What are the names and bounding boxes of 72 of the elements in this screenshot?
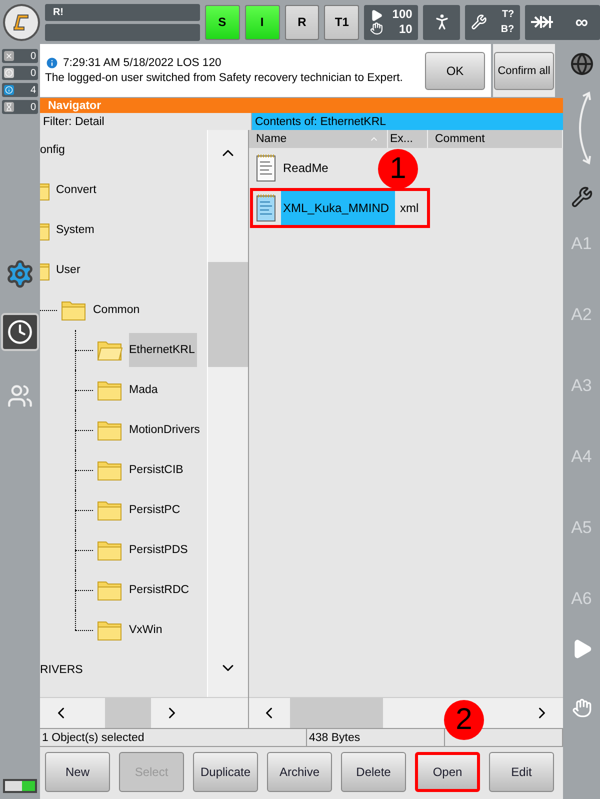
selection-status: 1 Object(s) selected (40, 729, 307, 746)
scrollbar-thumb[interactable] (105, 698, 151, 728)
robot-logo-icon[interactable] (3, 4, 40, 40)
soft-key-button[interactable]: Edit (489, 752, 554, 792)
vertical-scrollbar[interactable] (207, 130, 248, 697)
tree-item[interactable]: User (56, 253, 82, 287)
globe-icon[interactable] (570, 52, 594, 76)
file-row[interactable]: ReadMe (250, 148, 340, 188)
message-counter[interactable]: 0 (2, 66, 38, 80)
file-name[interactable]: ReadMe (281, 158, 334, 178)
contents-title: Contents of: EthernetKRL (252, 113, 563, 130)
play-icon (370, 9, 384, 22)
message-time: 7:29:31 AM 5/18/2022 LOS 120 (63, 56, 222, 70)
message-text: The logged-on user switched from Safety recovery technician to Expert. (45, 70, 404, 86)
tree-item[interactable]: PersistPDS (129, 533, 190, 567)
scrollbar-thumb[interactable] (290, 698, 383, 728)
soft-key-button[interactable]: Duplicate (193, 752, 258, 792)
status-button[interactable]: R (284, 4, 320, 40)
warning-icon (4, 68, 14, 78)
soft-key-button[interactable]: Archive (267, 752, 332, 792)
confirm-all-button[interactable]: Confirm all (494, 52, 554, 90)
tool-icon[interactable] (570, 186, 592, 208)
tree-item[interactable]: Common (93, 293, 142, 327)
wait-icon (4, 102, 14, 112)
error-icon (4, 51, 14, 61)
horizontal-scrollbar[interactable] (249, 697, 563, 728)
tree-item[interactable]: System (56, 213, 96, 247)
robot-name: R! (44, 4, 200, 20)
soft-key-button[interactable]: Open (415, 752, 480, 792)
tool-base-tile[interactable]: T? B? (465, 4, 520, 40)
column-header[interactable]: Comment (428, 130, 563, 148)
highlight-frame[interactable]: XML_Kuka_MMIND xml (250, 188, 430, 228)
clock-icon[interactable] (1, 313, 39, 351)
tree-item[interactable]: onfig (40, 133, 67, 167)
message-counter[interactable]: 0 (2, 49, 38, 63)
soft-key-button[interactable]: Delete (341, 752, 406, 792)
tree-item[interactable]: Mada (129, 373, 160, 407)
horizontal-scrollbar[interactable] (40, 697, 248, 728)
tree-item[interactable]: RIVERS (40, 653, 85, 687)
status-button[interactable]: S (204, 4, 240, 40)
file-size: 438 Bytes (307, 729, 445, 746)
status-button[interactable]: T1 (324, 4, 360, 40)
skip-forward-icon (531, 16, 554, 28)
status-button[interactable]: I (244, 4, 280, 40)
tree-item[interactable]: PersistPC (129, 493, 182, 527)
document-icon (255, 194, 277, 222)
info-icon (4, 85, 14, 95)
column-header[interactable]: Name (249, 130, 388, 148)
tree-item[interactable]: VxWin (129, 613, 164, 647)
navigator-title: Navigator (40, 98, 563, 113)
info-icon (45, 56, 59, 70)
ok-button[interactable]: OK (425, 52, 485, 90)
hand-icon (370, 22, 384, 35)
tree-item[interactable]: Convert (56, 173, 98, 207)
tree-item[interactable]: PersistRDC (129, 573, 192, 607)
jog-mode-tile[interactable] (423, 4, 460, 40)
message-counter[interactable]: 4 (2, 83, 38, 97)
scrollbar-thumb[interactable] (208, 262, 248, 367)
tree-item[interactable]: MotionDrivers (129, 413, 202, 447)
tree-item[interactable]: PersistCIB (129, 453, 186, 487)
increment-tile[interactable]: ∞ (525, 4, 600, 40)
filter-label: Filter: Detail (40, 113, 252, 130)
file-extension: xml (399, 201, 420, 215)
override-tile[interactable]: 100 10 (364, 4, 418, 40)
message-counter[interactable]: 0 (2, 100, 38, 114)
tool-icon (471, 14, 488, 30)
tree-item[interactable]: EthernetKRL (129, 333, 197, 367)
document-icon (255, 154, 277, 182)
soft-key-button[interactable]: New (45, 752, 110, 792)
file-name[interactable]: XML_Kuka_MMIND (281, 191, 396, 225)
battery-icon (3, 779, 37, 793)
column-header[interactable]: Ex... (388, 130, 428, 148)
